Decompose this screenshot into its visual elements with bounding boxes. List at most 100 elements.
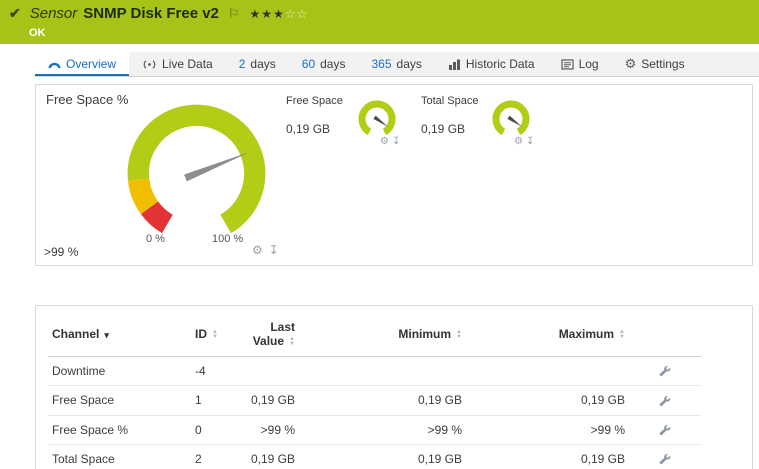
channel-table-panel: Channel ▾ ID ▲ ▼ Last Value ▲ ▼ Minimum ▲ ▼ Max… xyxy=(35,305,753,469)
column-header-minimum[interactable]: Minimum ▲ ▼ xyxy=(299,312,466,357)
gauge-settings-gear-icon[interactable]: ⚙ xyxy=(380,136,389,147)
sort-icon[interactable]: ▲ ▼ xyxy=(289,336,295,347)
mini-gauge-controls: ⚙ ↧ xyxy=(514,136,537,147)
last-value-cell xyxy=(241,356,299,387)
mini-gauge-title: Total Space xyxy=(421,95,479,107)
primary-gauge-controls: ⚙ ↧ xyxy=(252,243,285,257)
gauge-needle xyxy=(507,115,522,127)
column-header-actions xyxy=(629,312,701,357)
gauge-icon xyxy=(48,62,61,69)
tab-label: days xyxy=(320,57,346,71)
gauge-needle xyxy=(184,153,247,182)
channel-settings-wrench-icon[interactable] xyxy=(659,453,672,466)
table-header-row: Channel ▾ ID ▲ ▼ Last Value ▲ ▼ Minimum ▲ ▼ Max… xyxy=(48,312,701,357)
table-row: Free Space 1 0,19 GB 0,19 GB 0,19 GB xyxy=(48,385,701,416)
sensor-status-text: OK xyxy=(29,27,46,39)
sort-icon[interactable]: ▲ ▼ xyxy=(456,329,462,340)
last-value-cell: 0,19 GB xyxy=(241,385,299,416)
mini-gauge-value: 0,19 GB xyxy=(286,122,331,136)
column-header-last-value[interactable]: Last Value ▲ ▼ xyxy=(241,312,299,357)
bar-chart-icon xyxy=(448,59,460,70)
tab-label: Settings xyxy=(641,57,685,71)
tab-settings[interactable]: ⚙ Settings xyxy=(612,52,698,76)
sort-icon[interactable]: ▲ ▼ xyxy=(619,329,625,340)
log-icon xyxy=(560,58,574,70)
prtg-sensor-page: ✔ Sensor SNMP Disk Free v2 ⚐ ★★★☆☆ OK Ov… xyxy=(0,0,759,469)
stars-empty[interactable]: ☆☆ xyxy=(285,7,309,21)
sensor-header-bar: ✔ Sensor SNMP Disk Free v2 ⚐ ★★★☆☆ OK xyxy=(0,0,759,44)
maximum-cell: 0,19 GB xyxy=(466,444,629,469)
gauge-pin-icon[interactable]: ↧ xyxy=(269,243,279,257)
channel-sort-dropdown-icon[interactable]: ▾ xyxy=(104,330,109,340)
tab-number: 365 xyxy=(371,57,392,71)
gauge-pin-icon[interactable]: ↧ xyxy=(526,136,534,147)
gauge-settings-gear-icon[interactable]: ⚙ xyxy=(514,136,523,147)
column-header-id[interactable]: ID ▲ ▼ xyxy=(191,312,241,357)
channel-id-cell: 1 xyxy=(191,385,241,416)
channel-id-cell: -4 xyxy=(191,356,241,387)
channel-table: Channel ▾ ID ▲ ▼ Last Value ▲ ▼ Minimum ▲ ▼ Max… xyxy=(48,312,701,469)
tab-label: Log xyxy=(578,57,599,71)
minimum-cell: >99 % xyxy=(299,415,466,445)
channel-id-cell: 2 xyxy=(191,444,241,469)
tab-label: Historic Data xyxy=(465,57,535,71)
tab-365-days[interactable]: 365 days xyxy=(358,52,434,76)
tab-label: days xyxy=(396,57,422,71)
minimum-cell xyxy=(299,356,466,387)
priority-stars[interactable]: ★★★☆☆ xyxy=(250,7,309,21)
object-kind-label: Sensor xyxy=(29,5,78,22)
table-row: Total Space 2 0,19 GB 0,19 GB 0,19 GB xyxy=(48,444,701,469)
channel-name-cell: Free Space % xyxy=(48,415,191,445)
last-value-cell: >99 % xyxy=(241,415,299,445)
maximum-cell xyxy=(466,356,629,387)
channel-id-cell: 0 xyxy=(191,415,241,445)
tab-historic-data[interactable]: Historic Data xyxy=(435,52,548,76)
channel-name-cell: Free Space xyxy=(48,385,191,416)
channel-name-cell: Downtime xyxy=(48,356,191,387)
channel-settings-wrench-icon[interactable] xyxy=(659,395,672,408)
tab-label: Overview xyxy=(66,57,117,71)
header-label: Minimum xyxy=(398,327,452,341)
column-header-maximum[interactable]: Maximum ▲ ▼ xyxy=(466,312,629,357)
overview-gauge-panel: Free Space % 0 % 100 % >99 % ⚙ ↧ Free Spa… xyxy=(35,84,753,266)
tab-label: days xyxy=(250,57,276,71)
tab-60-days[interactable]: 60 days xyxy=(289,52,359,76)
mini-gauge-title: Free Space xyxy=(286,95,343,107)
priority-flag-icon[interactable]: ⚐ xyxy=(228,6,240,22)
gear-icon: ⚙ xyxy=(624,56,637,71)
sensor-title: SNMP Disk Free v2 xyxy=(83,5,219,22)
gauge-scale-min: 0 % xyxy=(146,233,165,245)
last-value-cell: 0,19 GB xyxy=(241,444,299,469)
maximum-cell: >99 % xyxy=(466,415,629,445)
channel-settings-wrench-icon[interactable] xyxy=(659,424,672,437)
header-label: Maximum xyxy=(558,327,615,341)
minimum-cell: 0,19 GB xyxy=(299,385,466,416)
column-header-channel[interactable]: Channel ▾ xyxy=(48,312,191,357)
tab-2-days[interactable]: 2 days xyxy=(226,52,289,76)
primary-gauge-value: >99 % xyxy=(44,245,79,259)
free-space-percent-gauge xyxy=(127,104,266,234)
status-ok-check-icon: ✔ xyxy=(9,5,21,21)
tab-live-data[interactable]: Live Data xyxy=(129,52,226,76)
tab-overview[interactable]: Overview xyxy=(35,52,130,76)
tab-bar: Overview Live Data 2 days 60 days 365 da… xyxy=(35,52,759,77)
sort-icon[interactable]: ▲ ▼ xyxy=(212,329,218,340)
tab-number: 60 xyxy=(301,57,316,71)
tab-number: 2 xyxy=(238,57,246,71)
mini-gauge-value: 0,19 GB xyxy=(421,122,466,136)
tab-log[interactable]: Log xyxy=(548,52,612,76)
table-row: Free Space % 0 >99 % >99 % >99 % xyxy=(48,415,701,445)
channel-settings-wrench-icon[interactable] xyxy=(659,365,672,378)
minimum-cell: 0,19 GB xyxy=(299,444,466,469)
gauge-settings-gear-icon[interactable]: ⚙ xyxy=(252,243,263,257)
gauge-needle xyxy=(373,115,388,127)
channel-name-cell: Total Space xyxy=(48,444,191,469)
broadcast-icon xyxy=(143,59,156,69)
header-label: Channel xyxy=(52,327,100,341)
tab-label: Live Data xyxy=(162,57,213,71)
maximum-cell: 0,19 GB xyxy=(466,385,629,416)
gauge-scale-max: 100 % xyxy=(212,233,244,245)
mini-gauge-controls: ⚙ ↧ xyxy=(380,136,403,147)
stars-filled[interactable]: ★★★ xyxy=(250,7,285,21)
gauge-pin-icon[interactable]: ↧ xyxy=(392,136,400,147)
